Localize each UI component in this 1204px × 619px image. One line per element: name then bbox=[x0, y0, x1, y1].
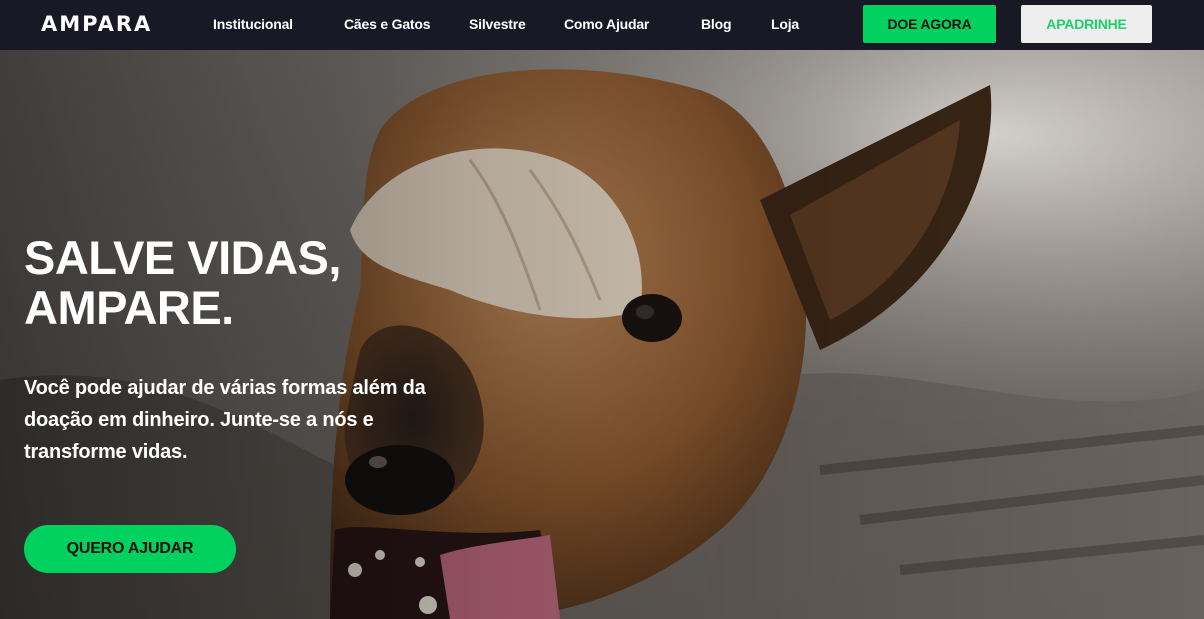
nav-link-como-ajudar[interactable]: Como Ajudar bbox=[564, 15, 649, 33]
hero-title: SALVE VIDAS, AMPARE. bbox=[24, 233, 444, 333]
want-to-help-button[interactable]: QUERO AJUDAR bbox=[24, 525, 236, 573]
donate-now-button[interactable]: DOE AGORA bbox=[863, 5, 996, 43]
hero-subtitle: Você pode ajudar de várias formas além d… bbox=[24, 377, 426, 463]
nav-link-blog[interactable]: Blog bbox=[701, 15, 732, 33]
sponsor-button[interactable]: APADRINHE bbox=[1021, 5, 1152, 43]
nav-link-loja[interactable]: Loja bbox=[771, 15, 799, 33]
ampara-logo[interactable]: AMPARA bbox=[41, 11, 152, 37]
hero-banner: SALVE VIDAS, AMPARE. Você pode ajudar de… bbox=[0, 50, 1204, 619]
hero-title-line-1: SALVE VIDAS, bbox=[24, 231, 341, 284]
nav-link-institucional[interactable]: Institucional bbox=[213, 15, 293, 33]
nav-link-caes-e-gatos[interactable]: Cães e Gatos bbox=[344, 15, 431, 33]
top-navbar: AMPARA Institucional Cães e Gatos Silves… bbox=[0, 0, 1204, 50]
nav-link-silvestre[interactable]: Silvestre bbox=[469, 15, 526, 33]
hero-title-line-2: AMPARE. bbox=[24, 281, 234, 334]
